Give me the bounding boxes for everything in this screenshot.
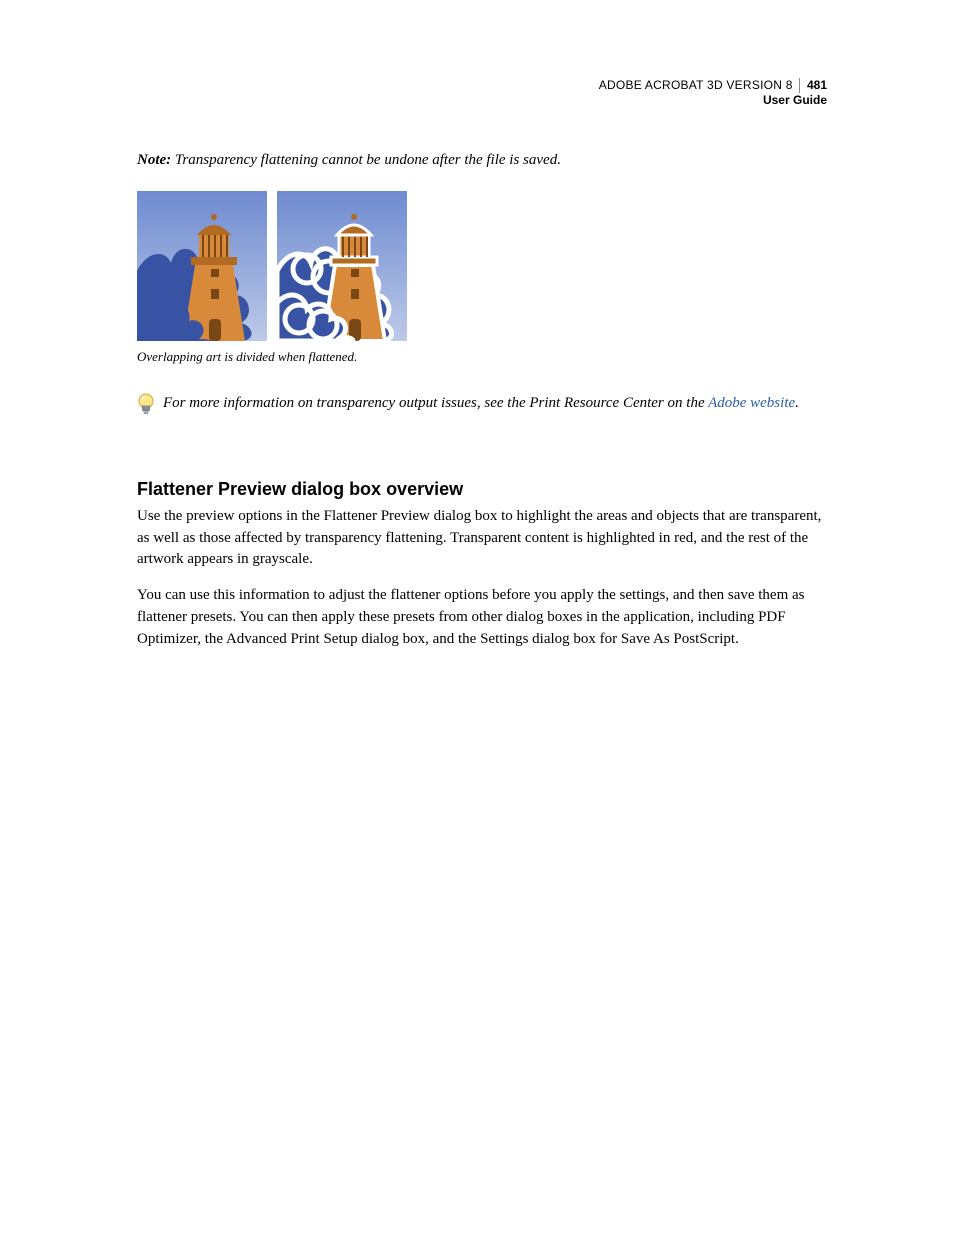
adobe-website-link[interactable]: Adobe website bbox=[708, 395, 795, 411]
section-heading: Flattener Preview dialog box overview bbox=[137, 479, 827, 500]
figure-panel-left bbox=[137, 191, 267, 341]
section-para-1: Use the preview options in the Flattener… bbox=[137, 506, 827, 571]
tip-row: For more information on transparency out… bbox=[137, 393, 827, 425]
figure-panel-right bbox=[277, 191, 407, 341]
section-para-2: You can use this information to adjust t… bbox=[137, 585, 827, 650]
header-product: ADOBE ACROBAT 3D VERSION 8 bbox=[599, 78, 793, 92]
note-text: Transparency flattening cannot be undone… bbox=[175, 152, 561, 168]
tip-text-after: . bbox=[795, 395, 799, 411]
figure-row bbox=[137, 191, 827, 341]
tip-text: For more information on transparency out… bbox=[163, 393, 799, 415]
tip-text-before: For more information on transparency out… bbox=[163, 395, 708, 411]
page-number: 481 bbox=[799, 78, 827, 93]
lightbulb-icon bbox=[137, 393, 155, 425]
header-doc: User Guide bbox=[763, 93, 827, 107]
note-paragraph: Note: Transparency flattening cannot be … bbox=[137, 150, 827, 171]
page-header: ADOBE ACROBAT 3D VERSION 8 481 User Guid… bbox=[599, 78, 827, 108]
note-label: Note: bbox=[137, 152, 171, 168]
figure-caption: Overlapping art is divided when flattene… bbox=[137, 349, 827, 365]
